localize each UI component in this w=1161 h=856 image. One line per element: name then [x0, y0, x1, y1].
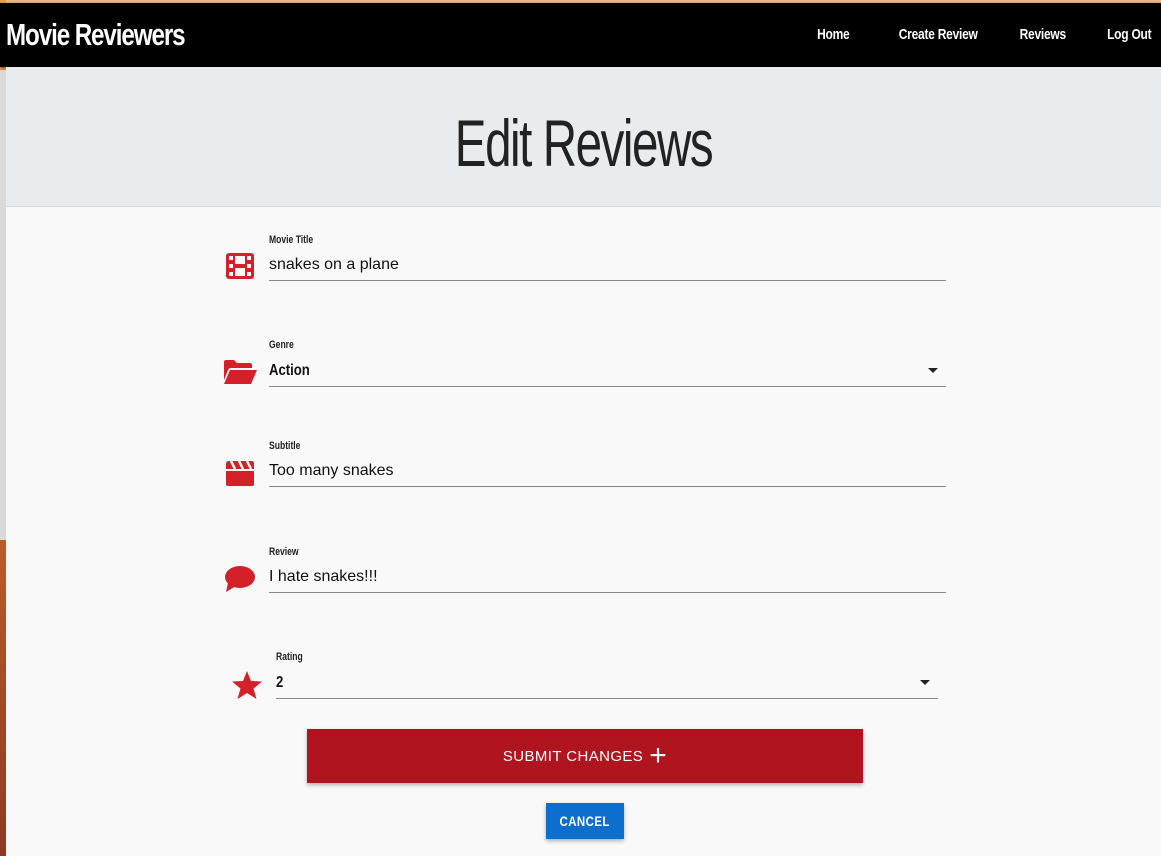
movie-title-input[interactable]: [269, 250, 946, 281]
cancel-label: CANCEL: [559, 813, 611, 829]
movie-title-field: Movie Title: [222, 234, 946, 294]
movie-title-label: Movie Title: [269, 234, 314, 246]
plus-icon: +: [649, 739, 668, 772]
nav-logout-link[interactable]: Log Out: [1107, 25, 1152, 45]
rating-select[interactable]: 2: [276, 667, 938, 699]
submit-changes-label: SUBMIT CHANGES: [502, 747, 644, 765]
review-input[interactable]: [269, 562, 946, 593]
clapperboard-icon: [222, 457, 258, 489]
comment-icon: [222, 563, 258, 595]
rating-selected-value: 2: [276, 674, 284, 691]
rating-field: Rating 2: [229, 651, 938, 711]
folder-open-icon: [222, 356, 258, 388]
submit-changes-button[interactable]: SUBMIT CHANGES +: [307, 729, 863, 783]
film-icon: [222, 250, 258, 282]
subtitle-label: Subtitle: [269, 440, 301, 452]
genre-select[interactable]: Action: [269, 355, 946, 387]
star-icon: [229, 669, 265, 701]
nav-create-review-link[interactable]: Create Review: [899, 25, 978, 45]
nav-links: Home Create Review Reviews Log Out: [779, 25, 1152, 45]
brand-logo[interactable]: Movie Reviewers: [6, 17, 186, 53]
nav-reviews-link[interactable]: Reviews: [1019, 25, 1066, 45]
subtitle-input[interactable]: [269, 456, 946, 487]
nav-home-link[interactable]: Home: [817, 25, 850, 45]
genre-selected-value: Action: [269, 362, 310, 379]
review-label: Review: [269, 546, 299, 558]
subtitle-field: Subtitle: [222, 440, 946, 500]
genre-label: Genre: [269, 339, 294, 351]
page-header: Edit Reviews: [6, 67, 1161, 207]
page-title: Edit Reviews: [454, 106, 714, 180]
chevron-down-icon: [928, 368, 938, 373]
cancel-button[interactable]: CANCEL: [546, 803, 624, 839]
review-field: Review: [222, 546, 946, 606]
chevron-down-icon: [920, 680, 930, 685]
navbar: Movie Reviewers Home Create Review Revie…: [0, 3, 1161, 67]
genre-field: Genre Action: [222, 339, 946, 399]
rating-label: Rating: [276, 651, 303, 663]
